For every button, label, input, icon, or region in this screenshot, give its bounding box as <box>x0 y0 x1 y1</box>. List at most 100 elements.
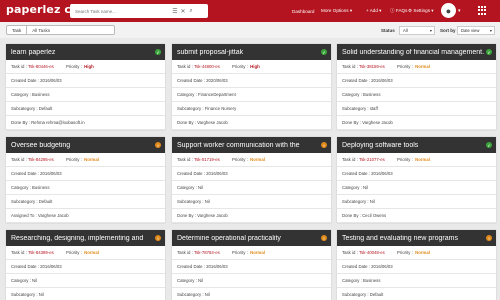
category-label: Category : <box>342 278 362 283</box>
task-id-value[interactable]: Tsk-38159-es <box>359 64 385 69</box>
pending-status-icon: ! <box>155 142 161 148</box>
task-id-value[interactable]: Tsk-44800-es <box>194 64 220 69</box>
task-title[interactable]: submit proposal-jittak <box>177 49 323 56</box>
category-value: FinanceDepartment <box>198 92 236 97</box>
subcategory-row: Subcategory : staff <box>337 102 496 116</box>
filter-icon[interactable]: ☰ <box>171 8 179 15</box>
task-card-header[interactable]: Deploying software tools ✓ <box>337 137 496 153</box>
chevron-down-icon: ▾ <box>349 8 353 13</box>
priority-value: Normal <box>415 64 430 69</box>
search-input[interactable] <box>75 8 171 14</box>
filter-bar: Task All Tasks Status All ▾ Sort by Date… <box>0 22 500 38</box>
person-label: Done By : <box>177 213 196 218</box>
priority-value: Normal <box>250 157 265 162</box>
category-label: Category : <box>11 278 31 283</box>
created-value: 2016/06/03 <box>371 171 393 176</box>
subcategory-value: Finance Nursery <box>204 106 237 111</box>
check-status-icon: ✓ <box>486 142 492 148</box>
task-title[interactable]: learn paperlez <box>11 49 157 56</box>
task-card-header[interactable]: Researching, designing, implementing and… <box>6 230 165 246</box>
task-title[interactable]: Oversee budgeting <box>11 142 157 149</box>
task-title[interactable]: Determine operational practicality <box>177 235 323 242</box>
subcategory-row: Subcategory : Nil <box>172 195 331 209</box>
sort-select[interactable]: Date view ▾ <box>457 26 495 35</box>
task-card[interactable]: learn paperlez ✓ Task id : Tsk-80446-es Pri… <box>6 44 165 130</box>
task-card-header[interactable]: Determine operational practicality! <box>172 230 331 246</box>
person-row: Done By : Varghese Jacob <box>337 116 496 130</box>
task-id-value[interactable]: Tsk-21077-es <box>359 157 385 162</box>
priority-label: Priority : <box>66 64 83 69</box>
task-title[interactable]: Support worker communication with the <box>177 142 323 149</box>
task-title[interactable]: Testing and evaluating new programs <box>342 235 488 242</box>
person-label: Done By : <box>342 213 361 218</box>
created-date-row: Created Date : 2016/06/03 <box>172 260 331 274</box>
task-title[interactable]: Researching, designing, implementing and <box>11 235 157 242</box>
nav-add[interactable]: + Add ▾ <box>366 8 381 14</box>
task-filter-label: Task <box>7 26 28 34</box>
task-card[interactable]: Researching, designing, implementing and… <box>6 230 165 300</box>
task-title[interactable]: Deploying software tools <box>342 142 488 149</box>
task-id-label: Task id : <box>11 157 27 162</box>
task-filter-select[interactable]: Task All Tasks <box>6 25 115 35</box>
subcategory-value: Default <box>369 292 384 297</box>
created-label: Created Date : <box>177 78 205 83</box>
priority: Priority : High <box>232 64 260 69</box>
nav-settings[interactable]: ⚙ Settings ▾ <box>408 8 434 14</box>
chevron-down-icon: ▾ <box>379 8 382 13</box>
task-id-value[interactable]: Tsk-80446-es <box>28 64 54 69</box>
person-value: Rehma rehma@loobasoft.in <box>31 120 85 125</box>
task-card[interactable]: Determine operational practicality! Task … <box>172 230 331 300</box>
created-label: Created Date : <box>342 78 370 83</box>
nav-dashboard[interactable]: Dashboard <box>292 9 314 14</box>
person-row: Assigned To : Varghese Jacob <box>6 209 165 223</box>
priority-value: High <box>84 64 94 69</box>
user-avatar[interactable]: ● <box>441 3 456 18</box>
task-card-header[interactable]: Solid understanding of financial managem… <box>337 44 496 60</box>
person-value: Varghese Jacob <box>197 213 228 218</box>
task-card-header[interactable]: Testing and evaluating new programs! <box>337 230 496 246</box>
category-value: Nil <box>363 185 369 190</box>
created-date-row: Created Date : 2020/06/03 <box>172 74 331 88</box>
task-card[interactable]: Testing and evaluating new programs! Task… <box>337 230 496 300</box>
task-id-value[interactable]: Tsk-84389-es <box>28 250 54 255</box>
task-card[interactable]: Solid understanding of financial managem… <box>337 44 496 130</box>
task-id-value[interactable]: Tsk-40048-es <box>359 250 385 255</box>
person-value: Varghese Jacob <box>362 120 393 125</box>
task-card-header[interactable]: submit proposal-jittak ✓ <box>172 44 331 60</box>
priority: Priority : Normal <box>66 157 99 162</box>
task-id-row: Task id : Tsk-80446-es Priority : High <box>6 60 165 74</box>
subcategory-label: Subcategory : <box>177 199 204 204</box>
created-label: Created Date : <box>177 264 205 269</box>
task-id-row: Task id : Tsk-21077-es Priority : Normal <box>337 153 496 167</box>
task-title[interactable]: Solid understanding of financial managem… <box>342 49 488 56</box>
subcategory-value: staff <box>369 106 378 111</box>
priority-label: Priority : <box>232 250 249 255</box>
task-card[interactable]: Oversee budgeting! Task id : Tsk-84295-es… <box>6 137 165 223</box>
task-id-value[interactable]: Tsk-78784-es <box>194 250 220 255</box>
task-card-header[interactable]: Support worker communication with the! <box>172 137 331 153</box>
category-value: Nil <box>198 278 204 283</box>
task-card[interactable]: Deploying software tools ✓ Task id : Tsk-2… <box>337 137 496 223</box>
task-card-header[interactable]: Oversee budgeting! <box>6 137 165 153</box>
subcategory-label: Subcategory : <box>342 199 369 204</box>
nav-more-options[interactable]: More Options ▾ <box>321 8 352 14</box>
task-id-value[interactable]: Tsk-84295-es <box>28 157 54 162</box>
task-id-label: Task id : <box>177 157 193 162</box>
category-row: Category : Business <box>337 274 496 288</box>
subcategory-value: Default <box>38 106 53 111</box>
task-id-value[interactable]: Tsk-01719-es <box>194 157 220 162</box>
close-icon[interactable]: ✕ <box>179 8 187 15</box>
apps-grid-icon[interactable] <box>478 6 487 15</box>
created-label: Created Date : <box>11 171 39 176</box>
chevron-down-icon[interactable]: ▾ <box>458 8 461 14</box>
status-select[interactable]: All ▾ <box>399 26 435 35</box>
task-card-header[interactable]: learn paperlez ✓ <box>6 44 165 60</box>
chevron-down-icon: ▾ <box>431 8 434 13</box>
task-card[interactable]: submit proposal-jittak ✓ Task id : Tsk-448… <box>172 44 331 130</box>
nav-faqs[interactable]: ⓘ FAQs <box>390 8 407 14</box>
task-card[interactable]: Support worker communication with the! Ta… <box>172 137 331 223</box>
category-value: Nil <box>32 278 38 283</box>
top-navbar: paperlez com ☰ ✕ ⌕ Dashboard More Option… <box>0 0 500 22</box>
subcategory-row: Subcategory : Nil <box>337 195 496 209</box>
search-icon[interactable]: ⌕ <box>187 8 195 15</box>
